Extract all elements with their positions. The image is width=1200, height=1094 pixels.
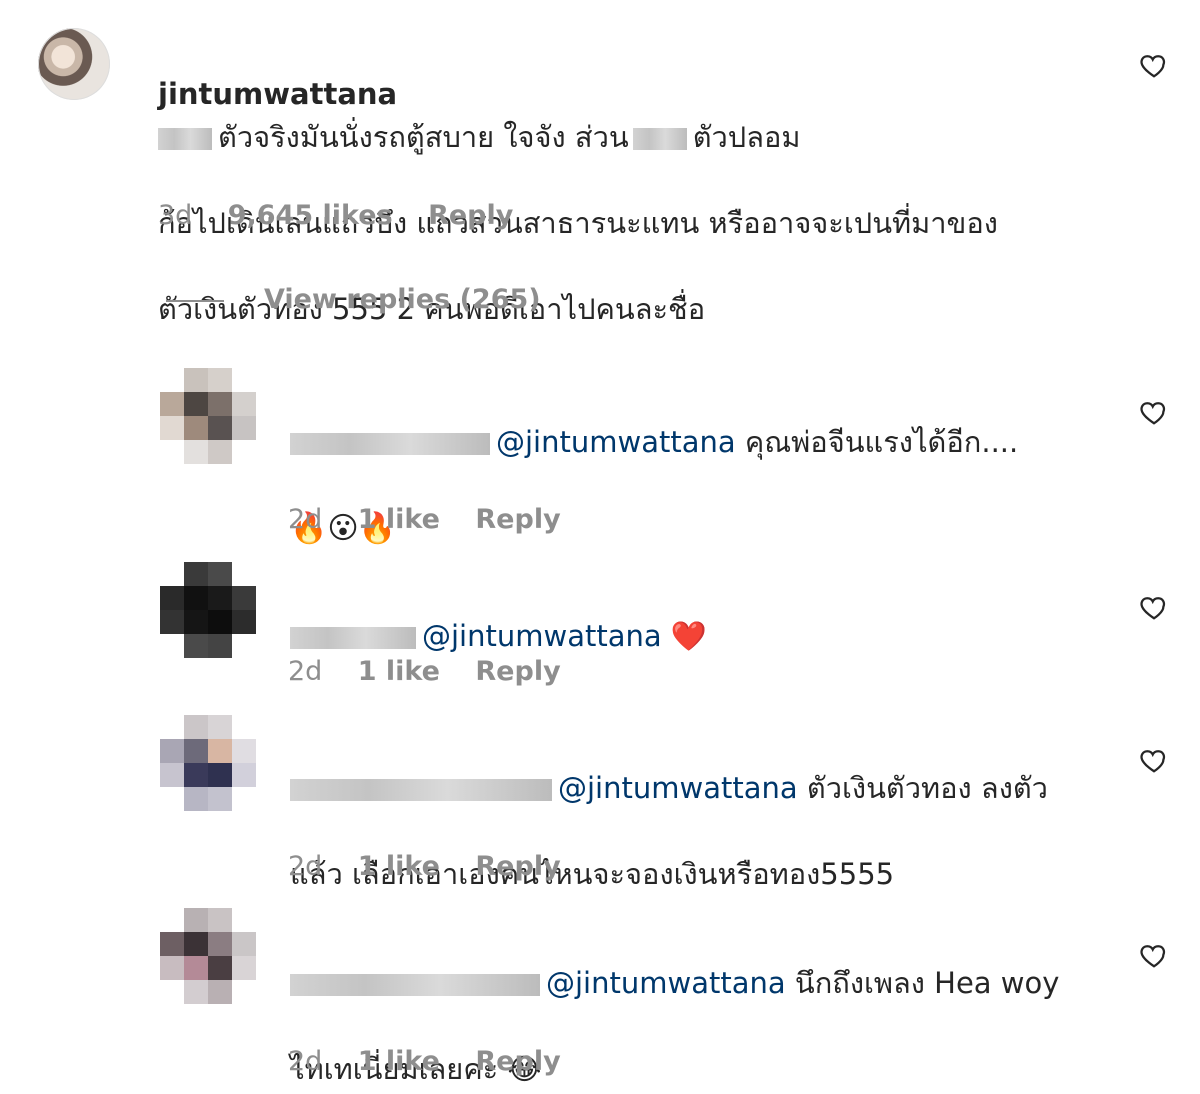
redacted-username bbox=[290, 627, 416, 649]
heart-icon[interactable] bbox=[1139, 50, 1169, 80]
reply-meta: 2d 1 like Reply bbox=[288, 851, 587, 882]
likes-count[interactable]: 1 like bbox=[358, 1046, 440, 1077]
reply-button[interactable]: Reply bbox=[475, 1046, 560, 1077]
timestamp[interactable]: 2d bbox=[288, 851, 322, 882]
mention-link[interactable]: @jintumwattana bbox=[496, 425, 736, 459]
avatar[interactable] bbox=[160, 908, 256, 1004]
reply-meta: 2d 1 like Reply bbox=[288, 1046, 587, 1077]
likes-count[interactable]: 1 like bbox=[358, 656, 440, 687]
redacted-username bbox=[290, 433, 490, 455]
mention-link[interactable]: @jintumwattana bbox=[422, 619, 662, 653]
view-replies-button[interactable]: View replies (265) bbox=[166, 284, 541, 315]
likes-count[interactable]: 1 like bbox=[358, 504, 440, 535]
avatar[interactable] bbox=[160, 368, 256, 464]
timestamp[interactable]: 2d bbox=[288, 1046, 322, 1077]
reply-meta: 2d 1 like Reply bbox=[288, 504, 587, 535]
likes-count[interactable]: 9,645 likes bbox=[228, 200, 393, 231]
avatar[interactable] bbox=[160, 562, 256, 658]
mention-link[interactable]: @jintumwattana bbox=[546, 966, 786, 1000]
redacted-text bbox=[158, 128, 212, 150]
timestamp[interactable]: 2d bbox=[288, 656, 322, 687]
avatar[interactable] bbox=[38, 28, 110, 100]
heart-icon[interactable] bbox=[1139, 940, 1169, 970]
heart-icon[interactable] bbox=[1139, 745, 1169, 775]
comment-meta: 3d 9,645 likes Reply bbox=[158, 200, 539, 231]
reply-button[interactable]: Reply bbox=[428, 200, 513, 231]
avatar[interactable] bbox=[160, 715, 256, 811]
divider-line bbox=[166, 299, 224, 302]
redacted-username bbox=[290, 779, 552, 801]
likes-count[interactable]: 1 like bbox=[358, 851, 440, 882]
heart-icon[interactable] bbox=[1139, 592, 1169, 622]
redacted-username bbox=[290, 974, 540, 996]
reply-meta: 2d 1 like Reply bbox=[288, 656, 587, 687]
reply-button[interactable]: Reply bbox=[475, 851, 560, 882]
timestamp[interactable]: 2d bbox=[288, 504, 322, 535]
reply-button[interactable]: Reply bbox=[475, 504, 560, 535]
redacted-text bbox=[632, 128, 687, 150]
timestamp[interactable]: 3d bbox=[158, 200, 192, 231]
mention-link[interactable]: @jintumwattana bbox=[558, 771, 798, 805]
username[interactable]: jintumwattana bbox=[158, 77, 397, 111]
reply-text: @jintumwattana ❤️ bbox=[290, 572, 1130, 658]
reply-button[interactable]: Reply bbox=[475, 656, 560, 687]
heart-icon[interactable] bbox=[1139, 397, 1169, 427]
